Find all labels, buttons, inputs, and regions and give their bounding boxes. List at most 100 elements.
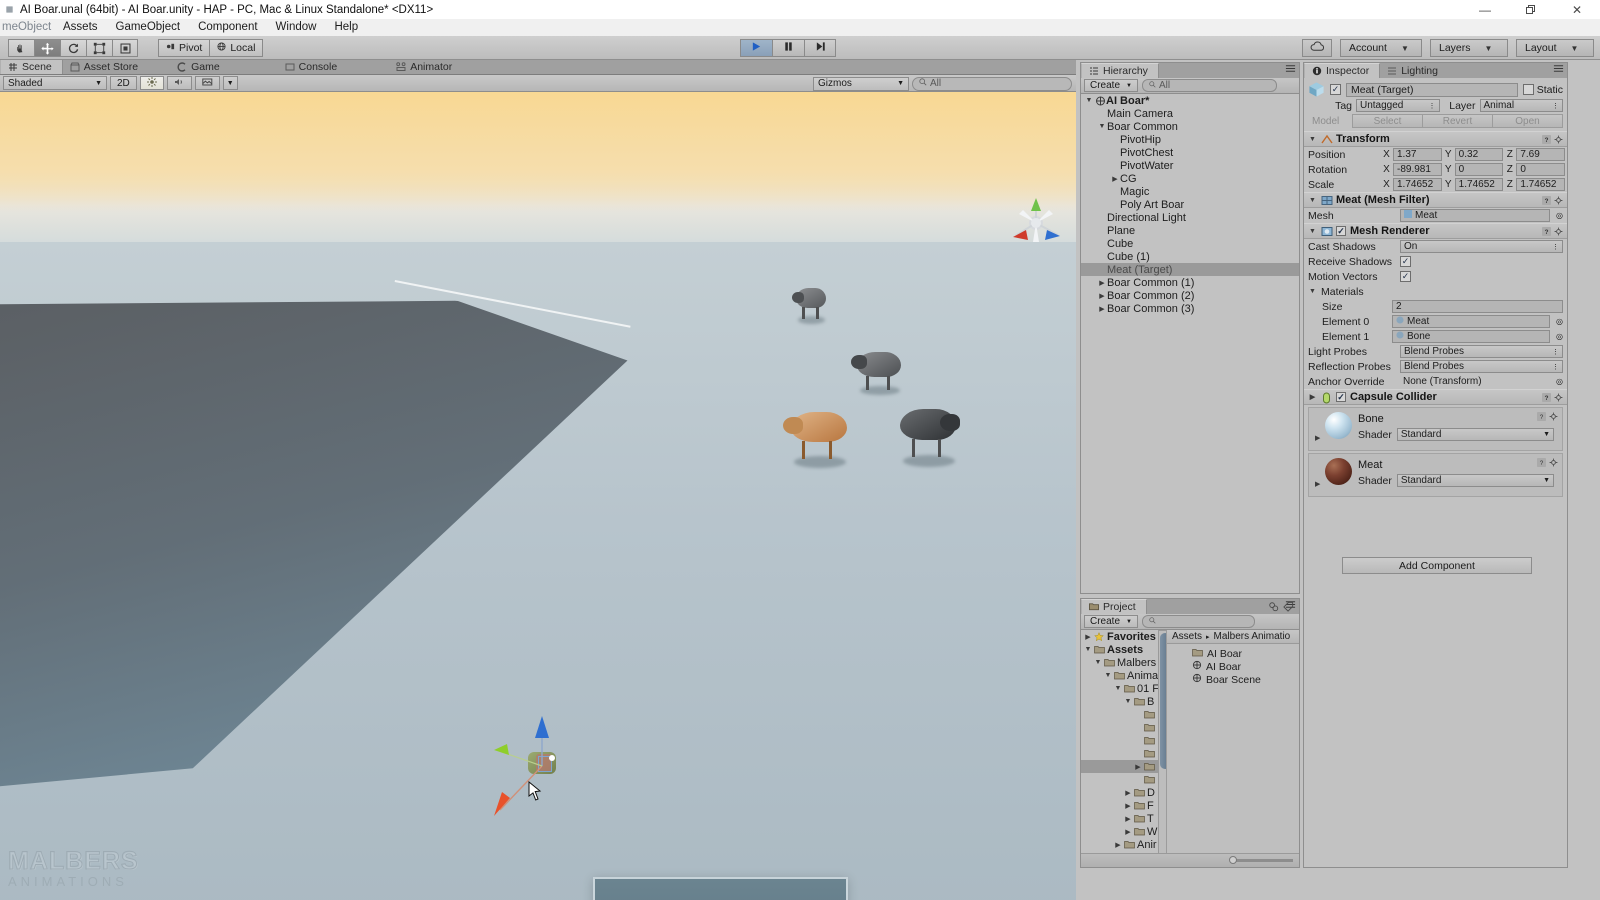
materials-foldout-row[interactable]: ▼ Materials [1304,284,1567,299]
element1-picker-icon[interactable]: ◎ [1556,332,1563,341]
motion-vectors-checkbox[interactable]: ✓ [1400,271,1411,282]
hierarchy-item[interactable]: Main Camera [1081,107,1299,120]
project-tree-item[interactable]: ▶ Favorites [1081,630,1166,643]
account-button[interactable]: Account ▼ [1340,39,1422,57]
transform-position-y-input[interactable]: 0.32 [1454,148,1504,161]
anchor-override-field[interactable]: None (Transform) [1400,375,1550,388]
material-actions[interactable]: ? [1537,412,1558,421]
project-file-list[interactable]: AI Boar AI Boar Boar Scene [1167,644,1299,686]
project-tree-item[interactable]: ▶ T [1081,812,1166,825]
element1-object-field[interactable]: Bone [1392,330,1551,343]
tab-project[interactable]: Project [1081,599,1147,614]
close-icon[interactable]: ✕ [1554,0,1600,19]
maximize-icon[interactable] [1508,0,1554,19]
materials-size-input[interactable]: 2 [1392,300,1563,313]
component-actions[interactable]: ? [1542,134,1563,144]
hierarchy-item[interactable]: ▶ Boar Common (2) [1081,289,1299,302]
tab-animator[interactable]: Animator [389,60,462,74]
gear-icon[interactable] [1549,412,1558,421]
element0-object-field[interactable]: Meat [1392,315,1551,328]
hierarchy-item[interactable]: Directional Light [1081,211,1299,224]
hierarchy-item[interactable]: Poly Art Boar [1081,198,1299,211]
foldout-arrow-icon[interactable]: ▼ [1103,672,1113,679]
reflection-probes-dropdown[interactable]: Blend Probes ⋮ [1400,360,1563,373]
transform-fields[interactable]: Position X 1.37 Y 0.32 Z 7.69 Rotation X -89.981 Y… [1304,147,1567,192]
project-create-button[interactable]: Create ▼ [1084,615,1138,628]
foldout-arrow-icon[interactable]: ▼ [1084,97,1094,104]
foldout-arrow-icon[interactable]: ▶ [1308,393,1317,401]
model-open-button[interactable]: Open [1492,114,1563,128]
project-tree-item[interactable]: ▶ W [1081,825,1166,838]
inspector-tab-strip[interactable]: Inspector Lighting [1304,63,1567,78]
shader-dropdown[interactable]: Standard ▼ [1396,474,1554,487]
project-tree[interactable]: ▶ Favorites ▼ Assets ▼ Malbers ▼ Anima ▼ 01 F ▼ B ▶ ▶… [1081,630,1166,867]
transform-rotation-y-input[interactable]: 0 [1454,163,1504,176]
layer-dropdown[interactable]: Animal ⋮ [1479,99,1563,112]
rect-tool-button[interactable] [112,39,138,57]
gear-icon[interactable] [1554,135,1563,144]
project-contents[interactable]: Assets ▸ Malbers Animatio AI Boar AI Boar… [1166,630,1299,867]
project-tree-item[interactable]: ▶ [1081,760,1166,773]
transform-position-z-input[interactable]: 7.69 [1516,148,1566,161]
tab-game[interactable]: Game [170,60,230,74]
tab-hierarchy[interactable]: Hierarchy [1081,63,1159,78]
scene-toolbar-right[interactable]: Gizmos ▼ All [813,75,1072,92]
menu-item-window[interactable]: Window [267,19,326,36]
tag-dropdown[interactable]: Untagged ⋮ [1356,99,1440,112]
project-tab-strip[interactable]: Project [1081,599,1299,614]
mesh-renderer-header[interactable]: ▼ ✓ Mesh Renderer ? [1304,223,1567,239]
project-tree-item[interactable]: ▼ 01 F [1081,682,1166,695]
capsule-collider-header[interactable]: ▶ ✓ Capsule Collider ? [1304,389,1567,405]
foldout-arrow-icon[interactable]: ▼ [1123,698,1133,705]
playback-controls[interactable] [740,39,836,57]
layout-button[interactable]: Layout ▼ [1516,39,1594,57]
project-tree-item[interactable] [1081,708,1166,721]
foldout-arrow-icon[interactable]: ▶ [1123,828,1133,836]
foldout-arrow-icon[interactable]: ▶ [1113,841,1123,849]
capsule-collider-enabled-checkbox[interactable]: ✓ [1336,392,1346,402]
project-file-item[interactable]: AI Boar [1167,647,1299,660]
scene-search-input[interactable]: All [912,76,1072,91]
help-icon[interactable]: ? [1542,226,1551,236]
project-tree-item[interactable]: ▼ Assets [1081,643,1166,656]
material-preview[interactable]: ▶ Meat Shader Standard ▼? [1308,453,1563,497]
scene-tab-strip[interactable]: Scene Asset Store Game Console Animator [0,60,1076,75]
foldout-arrow-icon[interactable]: ▼ [1308,136,1317,143]
transform-position-x-input[interactable]: 1.37 [1393,148,1442,161]
hierarchy-tree[interactable]: ▼ AI Boar* Main Camera ▼ Boar Common PivotHip… [1081,94,1299,593]
scene-viewport[interactable]: MALBERS ANIMATIONS BASIC AI [0,92,1076,900]
static-toggle[interactable]: Static [1522,84,1563,96]
project-tree-item[interactable]: ▶ F [1081,799,1166,812]
project-tree-item[interactable] [1081,734,1166,747]
boar-model-4[interactable] [900,409,960,467]
foldout-arrow-icon[interactable]: ▶ [1083,633,1093,641]
model-revert-button[interactable]: Revert [1422,114,1492,128]
hierarchy-item[interactable]: Plane [1081,224,1299,237]
breadcrumb-malbers[interactable]: Malbers Animatio [1214,631,1291,642]
play-button[interactable] [740,39,772,57]
tab-lighting[interactable]: Lighting [1380,63,1448,78]
cloud-button[interactable] [1302,39,1332,57]
breadcrumb[interactable]: Assets ▸ Malbers Animatio [1167,630,1299,644]
hierarchy-item[interactable]: ▶ Boar Common (1) [1081,276,1299,289]
project-file-item[interactable]: AI Boar [1167,660,1299,673]
foldout-arrow-icon[interactable]: ▶ [1123,802,1133,810]
tab-inspector[interactable]: Inspector [1304,63,1381,78]
mesh-renderer-enabled-checkbox[interactable]: ✓ [1336,226,1346,236]
project-scrollbar[interactable] [1158,630,1166,867]
transform-component-header[interactable]: ▼ Transform ? [1304,131,1567,147]
project-tree-item[interactable] [1081,773,1166,786]
hierarchy-tab-strip[interactable]: Hierarchy [1081,63,1299,78]
cast-shadows-dropdown[interactable]: On ⋮ [1400,240,1563,253]
breadcrumb-assets[interactable]: Assets [1172,631,1202,642]
menu-item-help[interactable]: Help [325,19,367,36]
boar-model-2[interactable] [851,352,901,395]
object-enabled-checkbox[interactable]: ✓ [1330,84,1341,95]
move-tool-button[interactable] [34,39,60,57]
gear-icon[interactable] [1554,393,1563,402]
foldout-arrow-icon[interactable]: ▶ [1133,763,1143,771]
pause-button[interactable] [772,39,804,57]
fx-dropdown-button[interactable]: ▼ [222,76,238,90]
hierarchy-item[interactable]: Cube (1) [1081,250,1299,263]
shader-dropdown[interactable]: Standard ▼ [1396,428,1554,441]
